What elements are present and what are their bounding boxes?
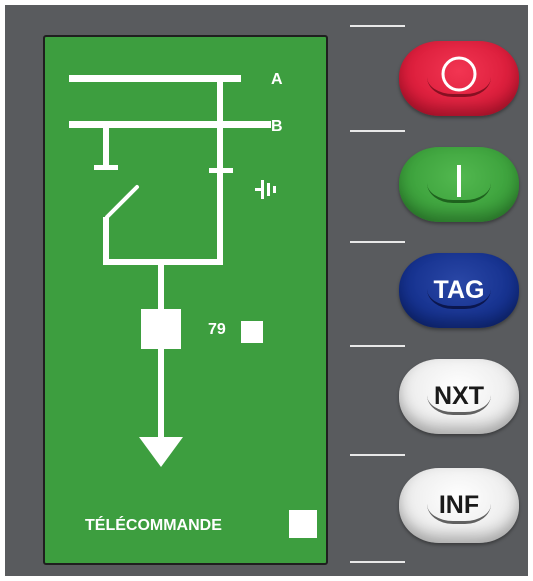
lcd-display: A B 79 TÉLÉCOMMANDE bbox=[43, 35, 328, 565]
info-button-label: INF bbox=[438, 491, 480, 519]
feeder-arrow bbox=[139, 437, 183, 467]
join-bar bbox=[103, 259, 223, 265]
single-line-diagram bbox=[69, 75, 276, 467]
separator-line bbox=[350, 561, 405, 563]
separator-line bbox=[350, 345, 405, 347]
left-lower-leg bbox=[103, 217, 109, 265]
tag-button[interactable]: TAG bbox=[399, 253, 519, 328]
feeder-line-upper bbox=[158, 265, 164, 315]
open-circle-icon bbox=[441, 56, 477, 92]
circuit-breaker bbox=[141, 309, 181, 349]
earth-icon bbox=[255, 180, 276, 199]
left-disconnector-blade bbox=[105, 185, 139, 219]
busbar-a bbox=[69, 75, 241, 82]
open-button[interactable] bbox=[399, 41, 519, 116]
control-panel: A B 79 TÉLÉCOMMANDE TAG NXT INF bbox=[5, 5, 528, 576]
feeder-line-lower bbox=[158, 349, 164, 439]
separator-line bbox=[350, 241, 405, 243]
close-bar-icon bbox=[457, 165, 461, 197]
separator-line bbox=[350, 130, 405, 132]
remote-control-indicator bbox=[289, 510, 317, 538]
left-disconnector-contact bbox=[94, 165, 118, 170]
busbar-b-label: B bbox=[271, 118, 283, 135]
tag-button-label: TAG bbox=[433, 276, 485, 304]
autoreclose-label: 79 bbox=[208, 321, 226, 338]
right-lower-leg bbox=[217, 173, 223, 265]
autoreclose-indicator bbox=[241, 321, 263, 343]
next-button-label: NXT bbox=[434, 382, 484, 410]
busbar-a-label: A bbox=[271, 71, 283, 88]
info-button[interactable]: INF bbox=[399, 468, 519, 543]
separator-line bbox=[350, 454, 405, 456]
remote-control-label: TÉLÉCOMMANDE bbox=[85, 517, 222, 534]
next-button[interactable]: NXT bbox=[399, 359, 519, 434]
separator-line bbox=[350, 25, 405, 27]
close-button[interactable] bbox=[399, 147, 519, 222]
bus-b-drop bbox=[103, 121, 109, 167]
busbar-b bbox=[69, 121, 271, 128]
right-disconnector-contact bbox=[209, 168, 233, 173]
